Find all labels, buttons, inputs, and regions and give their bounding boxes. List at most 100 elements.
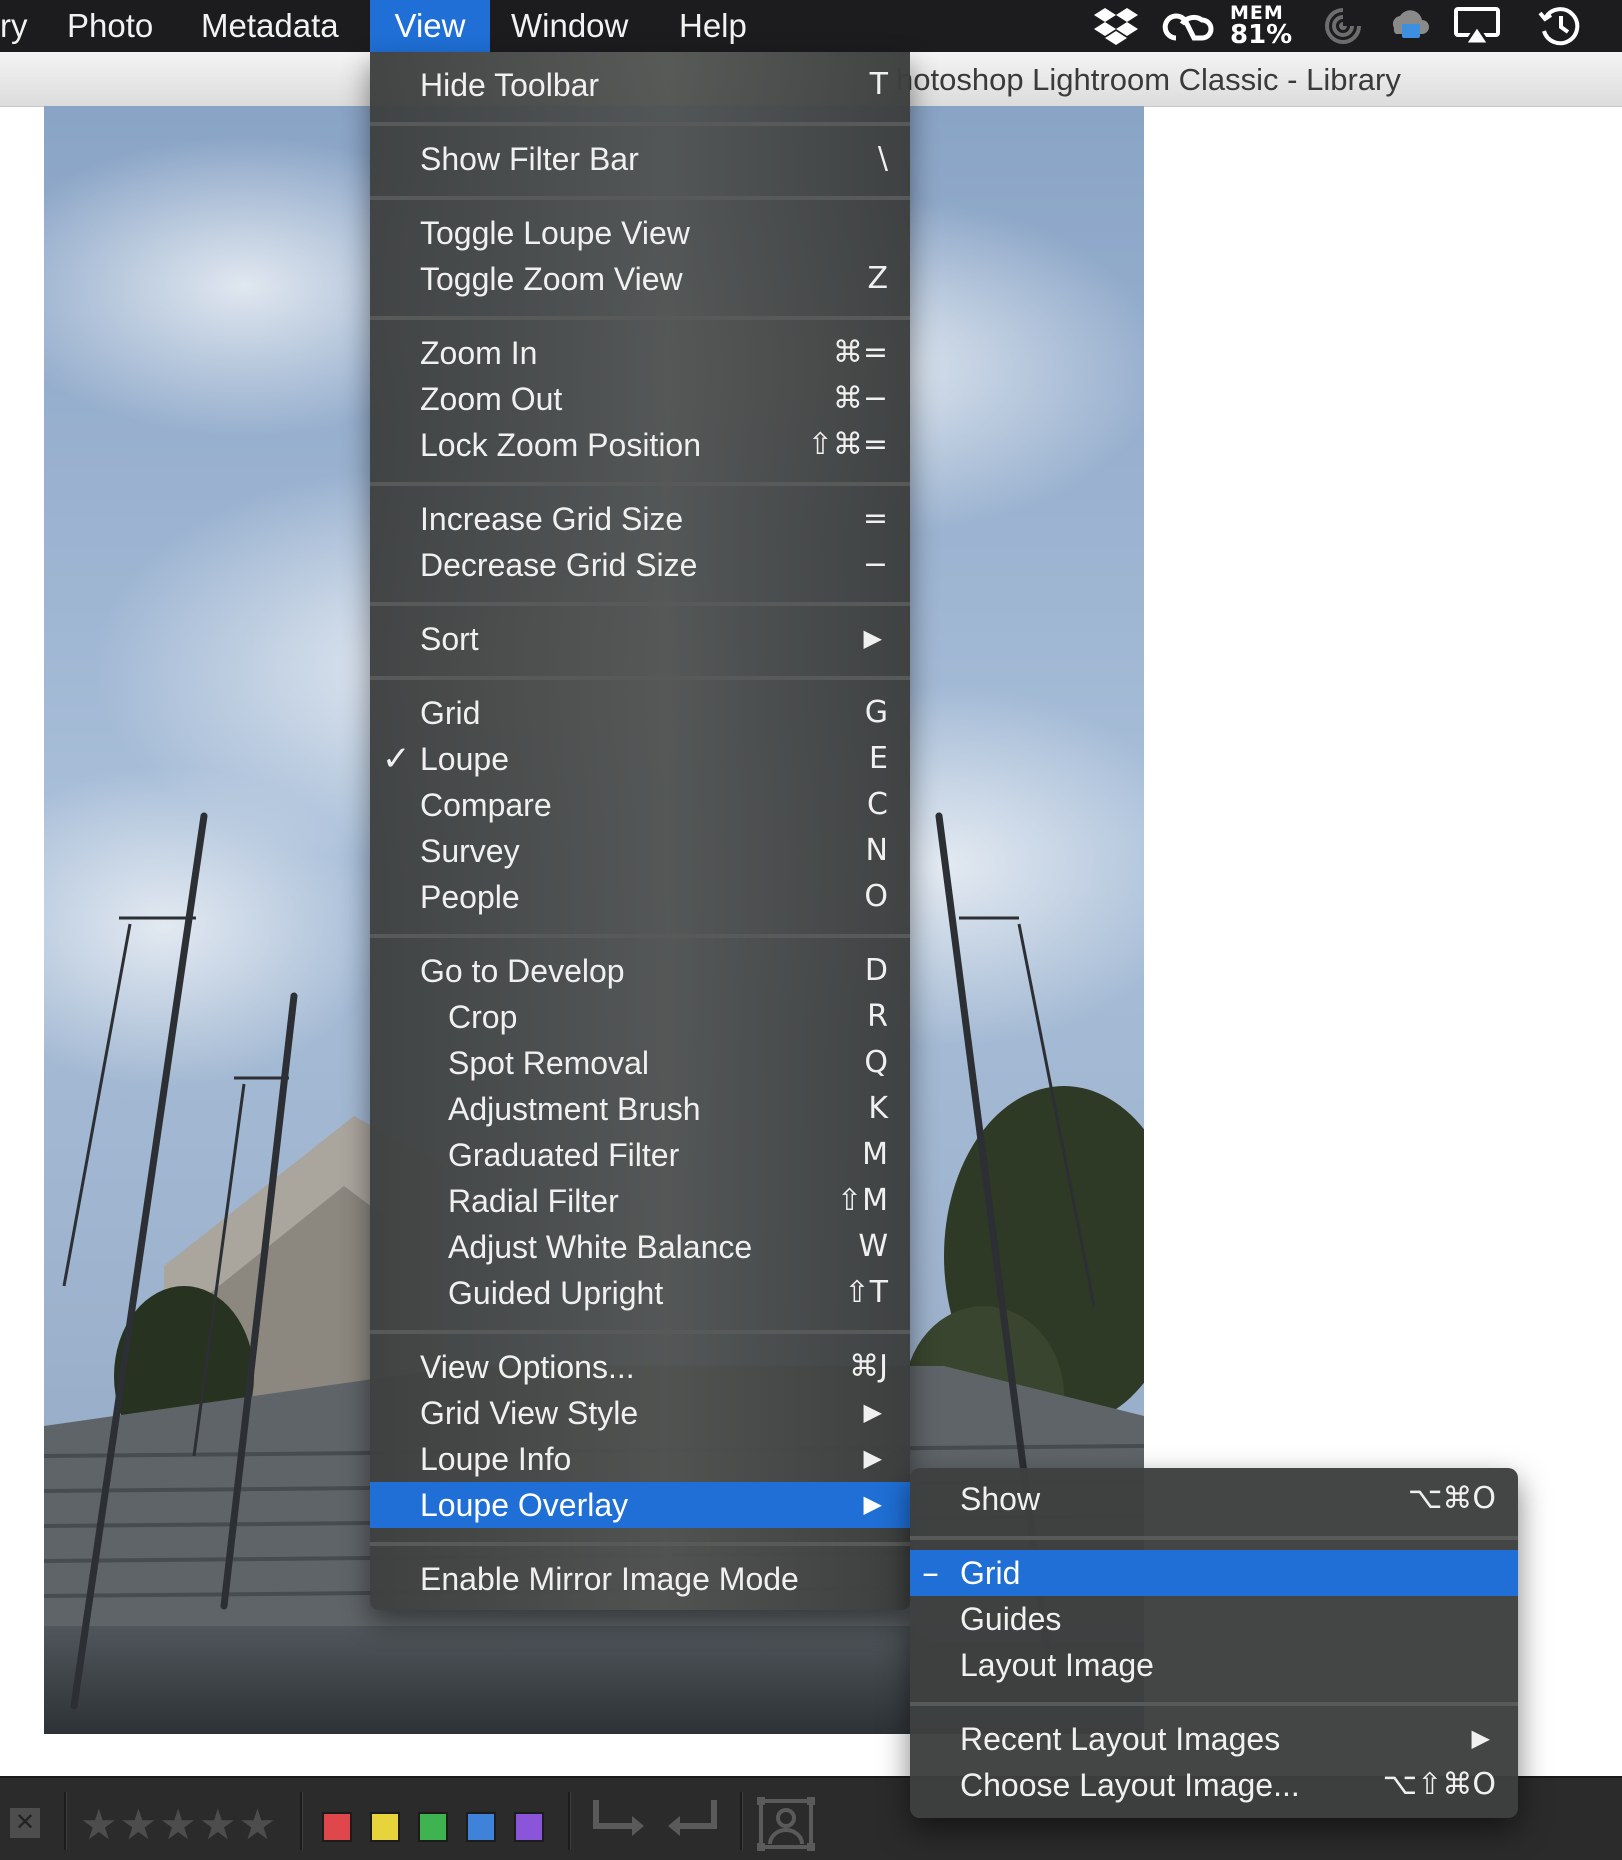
menu-item-hide-toolbar[interactable]: Hide Toolbar T — [370, 62, 910, 108]
menu-item-label: Show — [960, 1481, 1041, 1517]
menu-item-label: Layout Image — [960, 1647, 1154, 1683]
menu-item-graduated-filter[interactable]: Graduated Filter M — [370, 1132, 910, 1178]
submenu-arrow-icon: ▶ — [863, 625, 882, 652]
menu-item-label: Grid View Style — [420, 1395, 639, 1431]
menu-item-radial-filter[interactable]: Radial Filter ⇧M — [370, 1178, 910, 1224]
menu-item-shortcut: Q — [864, 1045, 888, 1080]
menu-view[interactable]: View — [370, 0, 490, 52]
menu-item-lock-zoom-position[interactable]: Lock Zoom Position ⇧⌘= — [370, 422, 910, 468]
menu-item-adjust-white-balance[interactable]: Adjust White Balance W — [370, 1224, 910, 1270]
mixed-state-icon: – — [922, 1553, 939, 1593]
airplay-icon[interactable] — [1450, 6, 1504, 46]
submenu-item-layout-image[interactable]: Layout Image — [910, 1642, 1518, 1688]
menu-item-label: Loupe — [420, 741, 509, 777]
menu-item-sort[interactable]: Sort ▶ — [370, 616, 910, 662]
menu-item-zoom-out[interactable]: Zoom Out ⌘− — [370, 376, 910, 422]
menu-item-label: Go to Develop — [420, 953, 625, 989]
menu-item-label: Show Filter Bar — [420, 141, 639, 177]
submenu-item-choose-layout-image[interactable]: Choose Layout Image... ⌥⇧⌘O — [910, 1762, 1518, 1808]
toolbar-divider — [568, 1792, 571, 1850]
menu-separator — [370, 1330, 910, 1334]
menu-item-enable-mirror-image-mode[interactable]: Enable Mirror Image Mode — [370, 1556, 910, 1602]
cloud-backup-icon[interactable] — [1384, 6, 1432, 46]
menu-item-guided-upright[interactable]: Guided Upright ⇧T — [370, 1270, 910, 1316]
color-label-green[interactable] — [418, 1812, 448, 1842]
menu-item-label: Toggle Loupe View — [420, 215, 690, 251]
reject-flag-icon[interactable]: ✕ — [10, 1808, 40, 1838]
menu-item-loupe[interactable]: ✓ Loupe E — [370, 736, 910, 782]
menu-photo[interactable]: Photo — [67, 0, 153, 52]
menu-item-label: Enable Mirror Image Mode — [420, 1561, 799, 1597]
menu-item-loupe-overlay[interactable]: Loupe Overlay ▶ — [370, 1482, 910, 1528]
star-rating[interactable]: ★★★★★ — [80, 1800, 278, 1849]
menu-separator — [370, 934, 910, 938]
time-machine-icon[interactable] — [1534, 6, 1586, 46]
menu-metadata[interactable]: Metadata — [201, 0, 339, 52]
menu-item-grid[interactable]: Grid G — [370, 690, 910, 736]
menu-item-zoom-in[interactable]: Zoom In ⌘= — [370, 330, 910, 376]
creative-cloud-icon[interactable] — [1160, 6, 1216, 46]
menu-library[interactable]: ry — [0, 0, 28, 52]
spiral-icon[interactable] — [1320, 6, 1366, 46]
menu-item-compare[interactable]: Compare C — [370, 782, 910, 828]
menu-separator — [910, 1536, 1518, 1540]
checkmark-icon: ✓ — [382, 739, 411, 779]
memory-indicator[interactable]: MEM 81% — [1230, 4, 1292, 49]
menu-help[interactable]: Help — [679, 0, 747, 52]
menu-item-shortcut: ⇧T — [844, 1275, 888, 1310]
rotate-right-icon[interactable] — [664, 1796, 724, 1853]
submenu-arrow-icon: ▶ — [863, 1445, 882, 1472]
menu-item-view-options[interactable]: View Options... ⌘J — [370, 1344, 910, 1390]
color-label-yellow[interactable] — [370, 1812, 400, 1842]
submenu-item-recent-layout-images[interactable]: Recent Layout Images ▶ — [910, 1716, 1518, 1762]
menu-item-label: Adjustment Brush — [448, 1091, 701, 1127]
menu-item-shortcut: G — [864, 695, 888, 730]
menu-item-shortcut: = — [862, 501, 888, 536]
menu-item-label: Survey — [420, 833, 520, 869]
menu-item-people[interactable]: People O — [370, 874, 910, 920]
menu-item-toggle-zoom-view[interactable]: Toggle Zoom View Z — [370, 256, 910, 302]
menu-item-shortcut: ⌘= — [832, 335, 888, 370]
menu-item-crop[interactable]: Crop R — [370, 994, 910, 1040]
color-label-red[interactable] — [322, 1812, 352, 1842]
menu-window[interactable]: Window — [511, 0, 628, 52]
menu-separator — [370, 196, 910, 200]
dropbox-icon[interactable] — [1090, 6, 1142, 46]
menu-item-label: Hide Toolbar — [420, 67, 600, 103]
menu-item-survey[interactable]: Survey N — [370, 828, 910, 874]
menu-item-show-filter-bar[interactable]: Show Filter Bar \ — [370, 136, 910, 182]
menu-item-grid-view-style[interactable]: Grid View Style ▶ — [370, 1390, 910, 1436]
menu-separator — [370, 602, 910, 606]
menu-item-label: Radial Filter — [448, 1183, 619, 1219]
menu-item-shortcut: Z — [867, 261, 888, 296]
submenu-arrow-icon: ▶ — [863, 1491, 882, 1518]
menu-item-label: Recent Layout Images — [960, 1721, 1281, 1757]
menu-item-shortcut: W — [858, 1229, 888, 1264]
loupe-overlay-submenu: Show ⌥⌘O – Grid Guides Layout Image Recent Lay… — [910, 1468, 1518, 1818]
submenu-item-guides[interactable]: Guides — [910, 1596, 1518, 1642]
submenu-arrow-icon: ▶ — [863, 1399, 882, 1426]
color-label-blue[interactable] — [466, 1812, 496, 1842]
menu-item-shortcut: D — [864, 953, 888, 988]
menu-item-increase-grid-size[interactable]: Increase Grid Size = — [370, 496, 910, 542]
submenu-item-show[interactable]: Show ⌥⌘O — [910, 1476, 1518, 1522]
menu-item-adjustment-brush[interactable]: Adjustment Brush K — [370, 1086, 910, 1132]
face-region-icon[interactable] — [756, 1796, 816, 1857]
menu-item-label: Zoom In — [420, 335, 538, 371]
menu-item-shortcut: R — [867, 999, 888, 1034]
menu-item-label: Lock Zoom Position — [420, 427, 702, 463]
toolbar-divider — [740, 1792, 743, 1850]
menu-item-toggle-loupe-view[interactable]: Toggle Loupe View — [370, 210, 910, 256]
menu-item-loupe-info[interactable]: Loupe Info ▶ — [370, 1436, 910, 1482]
menu-item-decrease-grid-size[interactable]: Decrease Grid Size − — [370, 542, 910, 588]
menu-separator — [370, 676, 910, 680]
toolbar-divider — [64, 1792, 67, 1850]
menu-item-go-to-develop[interactable]: Go to Develop D — [370, 948, 910, 994]
menu-item-shortcut: E — [869, 741, 888, 776]
submenu-item-grid[interactable]: – Grid — [910, 1550, 1518, 1596]
menu-separator — [370, 1542, 910, 1546]
rotate-left-icon[interactable] — [588, 1796, 648, 1853]
color-label-purple[interactable] — [514, 1812, 544, 1842]
menu-item-spot-removal[interactable]: Spot Removal Q — [370, 1040, 910, 1086]
menu-item-label: Toggle Zoom View — [420, 261, 683, 297]
